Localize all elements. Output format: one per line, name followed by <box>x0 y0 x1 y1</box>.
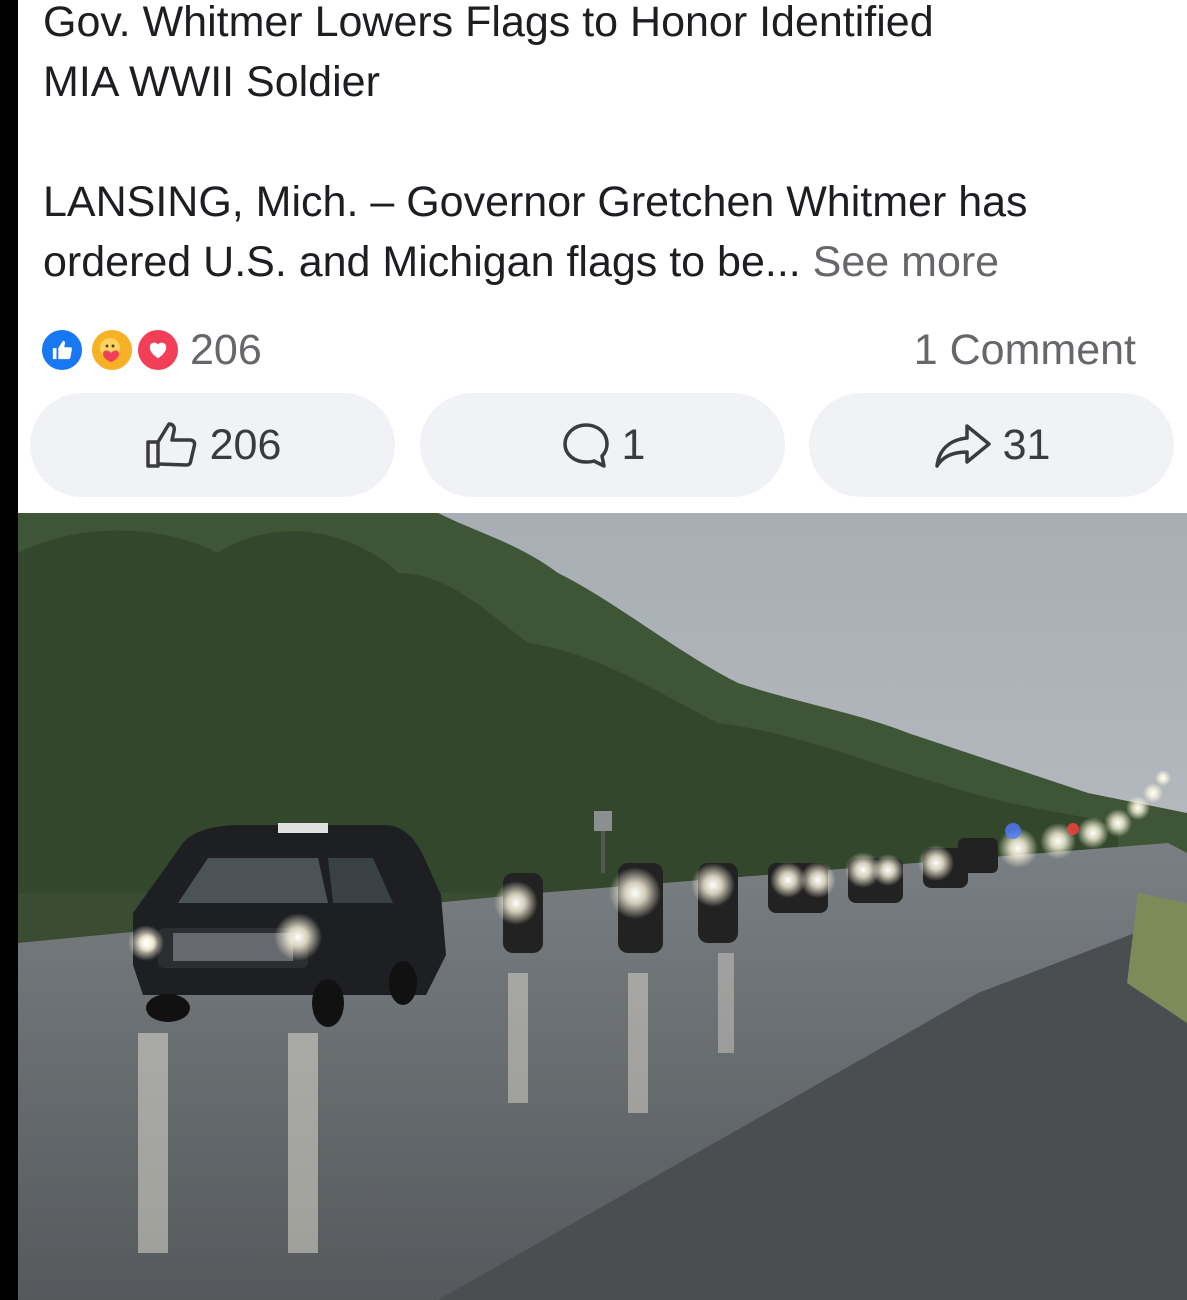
share-button[interactable]: 31 <box>809 393 1174 497</box>
reaction-icons <box>40 328 190 372</box>
love-icon <box>136 328 180 372</box>
like-count: 206 <box>209 420 282 469</box>
share-arrow-icon <box>934 424 991 468</box>
post-card: Gov. Whitmer Lowers Flags to Honor Ident… <box>18 0 1187 1300</box>
share-count: 31 <box>1002 420 1051 469</box>
post-title-line-2: MIA WWII Soldier <box>43 58 380 106</box>
post-body-line-1: LANSING, Mich. – Governor Gretchen Whitm… <box>43 178 1028 226</box>
post-title-line-1: Gov. Whitmer Lowers Flags to Honor Ident… <box>43 0 934 46</box>
thumbs-up-icon <box>145 422 196 468</box>
hearse-motorcade-photo <box>18 513 1187 1300</box>
like-icon <box>40 328 84 372</box>
comment-button[interactable]: 1 <box>420 393 785 497</box>
post-body-line-2-text: ordered U.S. and Michigan flags to be... <box>43 238 801 286</box>
comment-count: 1 <box>621 420 646 469</box>
see-more-link[interactable]: See more <box>813 238 999 286</box>
reactions-summary[interactable]: 206 1 Comment <box>40 322 1136 378</box>
post-body-line-2: ordered U.S. and Michigan flags to be...… <box>43 232 1153 292</box>
comment-bubble-icon <box>562 423 609 468</box>
comment-count-link[interactable]: 1 Comment <box>914 322 1136 378</box>
post-text: Gov. Whitmer Lowers Flags to Honor Ident… <box>43 0 1153 292</box>
like-button[interactable]: 206 <box>30 393 395 497</box>
reaction-count: 206 <box>190 326 262 374</box>
post-photo[interactable] <box>18 513 1187 1300</box>
care-icon <box>90 328 134 372</box>
